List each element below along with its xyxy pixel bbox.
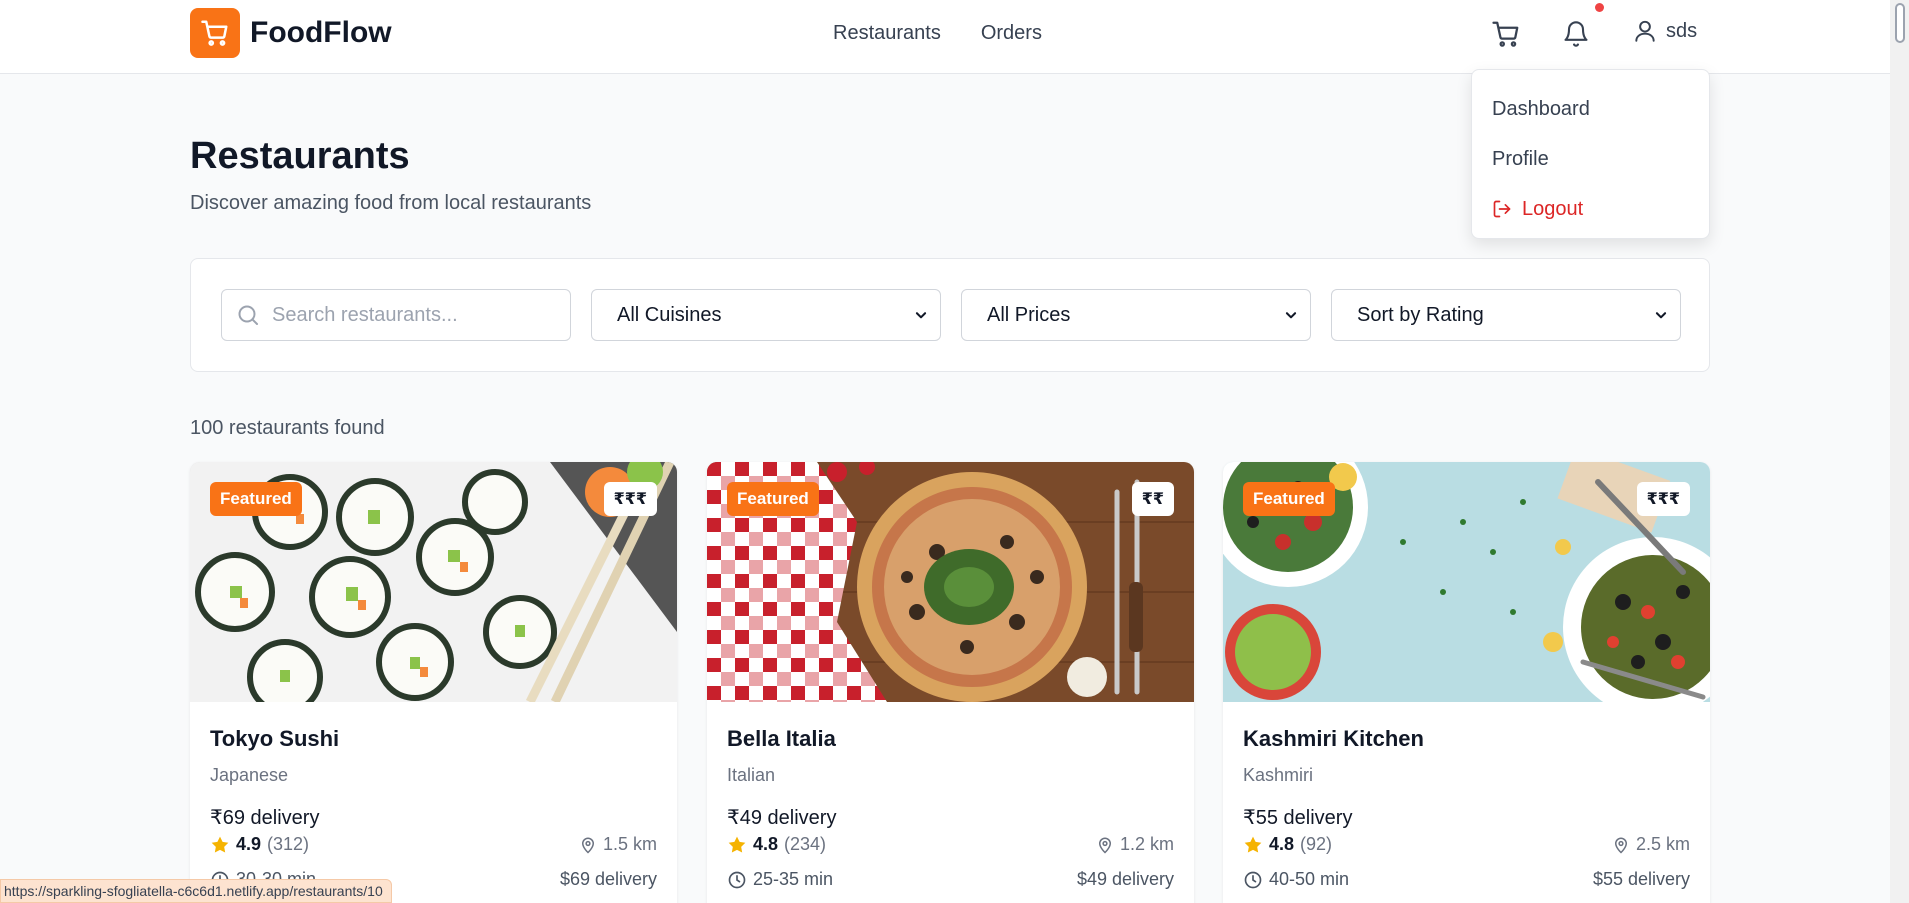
status-bar-url: https://sparkling-sfogliatella-c6c6d1.ne… bbox=[0, 879, 392, 903]
brand-name: FoodFlow bbox=[250, 16, 392, 49]
clock-icon bbox=[1244, 871, 1262, 888]
delivery-fee-secondary: $69 delivery bbox=[559, 869, 657, 889]
review-count: (234) bbox=[784, 834, 827, 854]
delivery-time: 25-35 min bbox=[727, 869, 833, 890]
user-name: sds bbox=[1666, 19, 1698, 42]
scrollbar-thumb[interactable] bbox=[1895, 3, 1905, 43]
rating: 4.8 (234) bbox=[727, 834, 826, 855]
chevron-down-icon bbox=[1285, 312, 1297, 319]
cart-icon[interactable] bbox=[1490, 18, 1522, 50]
rating-value: 4.8 bbox=[753, 834, 779, 854]
price-level-badge: ₹₹₹ bbox=[603, 482, 657, 516]
menu-item-dashboard[interactable]: Dashboard bbox=[1472, 84, 1709, 134]
user-dropdown-menu: Dashboard Profile Logout bbox=[1471, 69, 1710, 239]
distance: 1.5 km bbox=[579, 834, 657, 855]
distance: 2.5 km bbox=[1612, 834, 1690, 855]
notification-dot bbox=[1595, 3, 1604, 12]
search-input[interactable]: Search restaurants... bbox=[221, 289, 571, 341]
top-header: FoodFlow Restaurants Orders sds bbox=[0, 0, 1890, 74]
filters-panel: Search restaurants... All Cuisines All P… bbox=[190, 258, 1710, 372]
price-select-value: All Prices bbox=[987, 303, 1071, 326]
rating-value: 4.8 bbox=[1269, 834, 1295, 854]
cuisine-select[interactable]: All Cuisines bbox=[591, 289, 941, 341]
restaurant-image-pizza: Featured ₹₹ bbox=[707, 462, 1194, 702]
restaurant-cuisine: Italian bbox=[727, 765, 776, 785]
restaurant-cuisine: Japanese bbox=[210, 765, 289, 785]
logout-icon bbox=[1493, 200, 1511, 218]
restaurant-card[interactable]: Featured ₹₹₹ Tokyo Sushi Japanese ₹69 de… bbox=[190, 462, 677, 903]
distance-value: 2.5 km bbox=[1635, 834, 1690, 854]
distance-value: 1.2 km bbox=[1119, 834, 1174, 854]
menu-item-profile[interactable]: Profile bbox=[1472, 134, 1709, 184]
page-scrollbar[interactable] bbox=[1890, 0, 1909, 903]
review-count: (92) bbox=[1300, 834, 1333, 854]
restaurant-image-sushi: Featured ₹₹₹ bbox=[190, 462, 677, 702]
price-level-badge: ₹₹ bbox=[1131, 482, 1174, 516]
user-icon bbox=[1635, 20, 1655, 42]
restaurant-name: Tokyo Sushi bbox=[210, 726, 340, 751]
main-nav: Restaurants Orders bbox=[833, 22, 1042, 45]
star-icon bbox=[1244, 836, 1262, 852]
search-icon bbox=[238, 305, 258, 325]
chevron-down-icon bbox=[915, 312, 927, 319]
page-title: Restaurants bbox=[190, 135, 410, 177]
delivery-time: 40-50 min bbox=[1243, 869, 1349, 890]
distance: 1.2 km bbox=[1096, 834, 1174, 855]
distance-value: 1.5 km bbox=[602, 834, 657, 854]
featured-badge: Featured bbox=[210, 482, 302, 516]
delivery-fee: ₹55 delivery bbox=[1243, 807, 1353, 829]
star-icon bbox=[728, 836, 746, 852]
cart-logo-icon bbox=[190, 8, 240, 58]
delivery-time-value: 40-50 min bbox=[1269, 869, 1350, 889]
featured-badge: Featured bbox=[1243, 482, 1335, 516]
delivery-time-value: 25-35 min bbox=[753, 869, 834, 889]
bell-icon[interactable] bbox=[1560, 18, 1592, 50]
map-pin-icon bbox=[1614, 837, 1627, 854]
restaurant-cuisine: Kashmiri bbox=[1243, 765, 1314, 785]
clock-icon bbox=[728, 871, 746, 888]
restaurant-card[interactable]: Featured ₹₹₹ Kashmiri Kitchen Kashmiri ₹… bbox=[1223, 462, 1710, 903]
search-placeholder: Search restaurants... bbox=[272, 303, 458, 326]
restaurant-card[interactable]: Featured ₹₹ Bella Italia Italian ₹49 del… bbox=[707, 462, 1194, 903]
rating-value: 4.9 bbox=[236, 834, 262, 854]
logout-label: Logout bbox=[1522, 197, 1584, 220]
restaurant-name: Kashmiri Kitchen bbox=[1243, 726, 1424, 751]
sort-select-value: Sort by Rating bbox=[1357, 303, 1484, 326]
price-select[interactable]: All Prices bbox=[961, 289, 1311, 341]
delivery-fee-secondary: $55 delivery bbox=[1592, 869, 1690, 889]
map-pin-icon bbox=[581, 837, 594, 854]
user-menu-trigger[interactable]: sds bbox=[1632, 17, 1697, 45]
chevron-down-icon bbox=[1655, 312, 1667, 319]
rating: 4.8 (92) bbox=[1243, 834, 1332, 855]
price-level-badge: ₹₹₹ bbox=[1636, 482, 1690, 516]
sort-select[interactable]: Sort by Rating bbox=[1331, 289, 1681, 341]
star-icon bbox=[211, 836, 229, 852]
cuisine-select-value: All Cuisines bbox=[617, 303, 722, 326]
brand-logo[interactable]: FoodFlow bbox=[190, 8, 392, 58]
restaurant-image-salad: Featured ₹₹₹ bbox=[1223, 462, 1710, 702]
menu-item-logout[interactable]: Logout bbox=[1472, 184, 1709, 234]
restaurant-name: Bella Italia bbox=[727, 726, 836, 751]
results-count: 100 restaurants found bbox=[190, 417, 385, 439]
page-subtitle: Discover amazing food from local restaur… bbox=[190, 192, 592, 214]
rating: 4.9 (312) bbox=[210, 834, 309, 855]
featured-badge: Featured bbox=[727, 482, 819, 516]
delivery-fee: ₹69 delivery bbox=[210, 807, 320, 829]
delivery-fee-secondary: $49 delivery bbox=[1076, 869, 1174, 889]
nav-orders[interactable]: Orders bbox=[981, 22, 1042, 45]
delivery-fee: ₹49 delivery bbox=[727, 807, 837, 829]
nav-restaurants[interactable]: Restaurants bbox=[833, 22, 941, 45]
map-pin-icon bbox=[1098, 837, 1111, 854]
review-count: (312) bbox=[267, 834, 310, 854]
